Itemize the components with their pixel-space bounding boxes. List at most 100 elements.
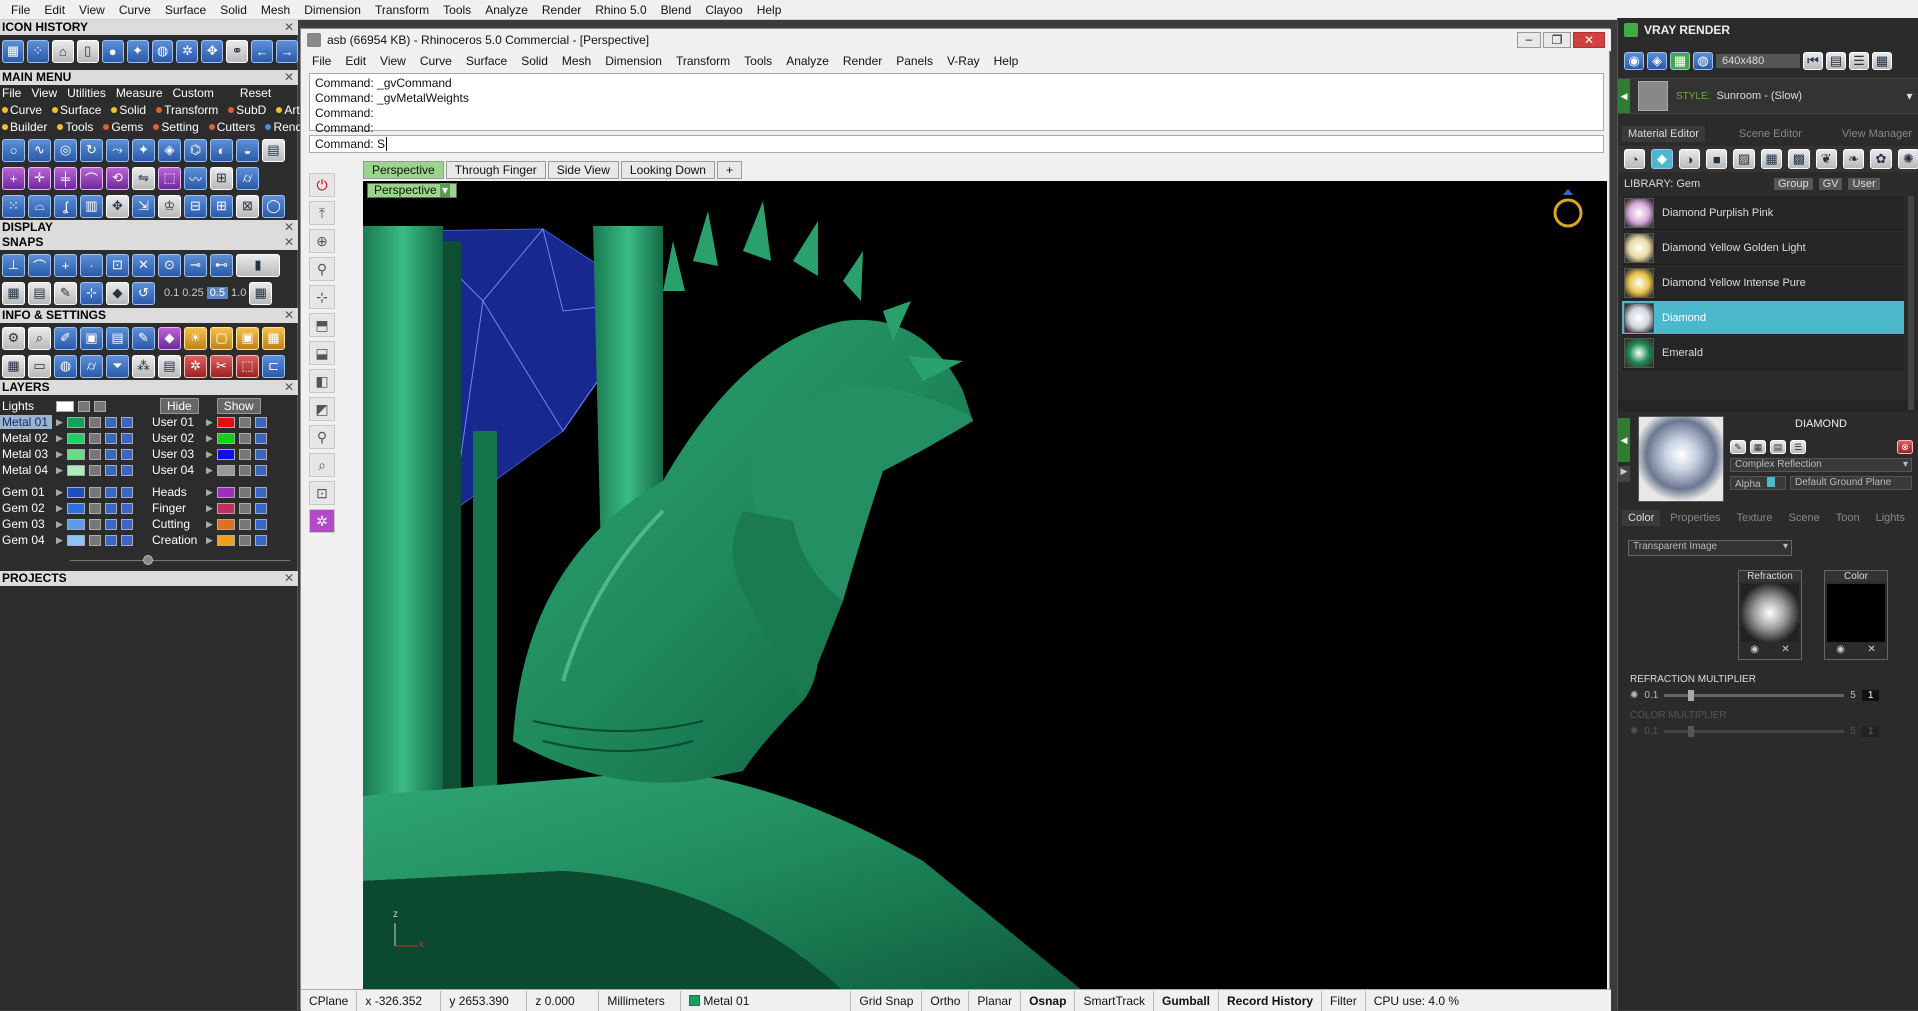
network-icon[interactable]: ✦: [132, 138, 155, 162]
gear-icon[interactable]: ✲: [176, 39, 199, 63]
expand-arrow-icon[interactable]: ▶: [56, 417, 63, 428]
print-icon[interactable]: [120, 518, 133, 530]
zoom-extents-icon[interactable]: ⌕: [309, 453, 335, 477]
print-icon[interactable]: [120, 486, 133, 498]
minimize-button[interactable]: –: [1517, 32, 1541, 48]
bend-icon[interactable]: ⌒: [80, 166, 103, 190]
color-slot[interactable]: Color ◉ ✕: [1824, 570, 1888, 660]
layer-color-swatch[interactable]: [66, 518, 85, 530]
refraction-slot[interactable]: Refraction ◉ ✕: [1738, 570, 1802, 660]
sphere-icon[interactable]: ●: [101, 39, 124, 63]
revolve-icon[interactable]: ◐: [210, 138, 233, 162]
group-select[interactable]: Group: [1774, 178, 1813, 190]
list-icon[interactable]: ☰: [1849, 52, 1869, 70]
material-list-item[interactable]: Diamond: [1622, 301, 1904, 335]
snap-point-icon[interactable]: +: [54, 253, 77, 277]
layer-name[interactable]: User 03: [150, 447, 202, 461]
visibility-icon[interactable]: [104, 432, 117, 444]
status-smarttrack[interactable]: SmartTrack: [1075, 990, 1154, 1011]
lock-icon[interactable]: [88, 448, 101, 460]
style-value[interactable]: Sunroom - (Slow): [1716, 90, 1906, 102]
lock-icon[interactable]: [78, 400, 90, 412]
menu-edit[interactable]: Edit: [37, 0, 72, 20]
split-icon[interactable]: ╪: [54, 166, 77, 190]
expand-arrow-icon[interactable]: ▶: [206, 433, 213, 444]
show-button[interactable]: Show: [216, 398, 261, 414]
slider-handle[interactable]: [1688, 689, 1695, 701]
visibility-icon[interactable]: [94, 400, 106, 412]
layer-row[interactable]: Gem 02 ▶: [0, 500, 133, 516]
cross-icon[interactable]: ✛: [28, 166, 51, 190]
leaf-icon[interactable]: ✿: [1870, 149, 1892, 169]
rhino-menu-mesh[interactable]: Mesh: [555, 51, 598, 71]
slider-handle[interactable]: [1688, 725, 1695, 737]
reflection-select[interactable]: Complex Reflection ▾: [1730, 458, 1912, 472]
layer-color-swatch[interactable]: [216, 534, 235, 546]
rhino-menu-view[interactable]: View: [373, 51, 413, 71]
perspective-viewport[interactable]: Perspective ▾ z x: [363, 181, 1607, 991]
snap-value[interactable]: 0.25: [182, 287, 203, 299]
expand-arrow-icon[interactable]: ▶: [206, 519, 213, 530]
grid-icon[interactable]: ▦: [2, 39, 24, 63]
cut-icon[interactable]: ✂: [210, 354, 233, 378]
visibility-icon[interactable]: [254, 518, 267, 530]
rhino-menu-surface[interactable]: Surface: [459, 51, 514, 71]
expand-arrow-icon[interactable]: ▶: [56, 449, 63, 460]
tab-through-finger[interactable]: Through Finger: [445, 161, 546, 179]
checker-icon[interactable]: ▩: [1788, 149, 1810, 169]
snap-value[interactable]: 0.1: [164, 287, 179, 299]
move-icon[interactable]: ✥: [106, 194, 129, 218]
layer-row[interactable]: Gem 04 ▶: [0, 532, 133, 548]
layer-row[interactable]: Gem 03 ▶: [0, 516, 133, 532]
viewport-label[interactable]: Perspective ▾: [367, 183, 458, 198]
layer-row[interactable]: Metal 04 ▶: [0, 462, 133, 478]
grid-icon[interactable]: ▦: [249, 281, 273, 305]
visibility-icon[interactable]: [254, 416, 267, 428]
bars-icon[interactable]: ▥: [80, 194, 103, 218]
layer-row[interactable]: User 03 ▶: [150, 446, 267, 462]
collapse-arrow-icon[interactable]: ◀: [1618, 418, 1630, 462]
layers-icon[interactable]: ▤: [1770, 440, 1786, 454]
twist-icon[interactable]: ⟲: [106, 166, 129, 190]
rhino-menu-solid[interactable]: Solid: [514, 51, 555, 71]
visibility-icon[interactable]: [104, 486, 117, 498]
status-osnap[interactable]: Osnap: [1021, 990, 1076, 1011]
grid-icon[interactable]: ▦: [1760, 149, 1783, 169]
material-scrollbar[interactable]: [1908, 196, 1914, 410]
menu-solid[interactable]: Solid: [213, 0, 254, 20]
restore-button[interactable]: ❐: [1543, 32, 1571, 48]
layer-name[interactable]: Metal 02: [0, 431, 52, 445]
alpha-toggle[interactable]: Alpha: [1730, 476, 1786, 490]
main-menu-view[interactable]: View: [31, 86, 57, 100]
visibility-icon[interactable]: [254, 486, 267, 498]
print-icon[interactable]: [120, 534, 133, 546]
layers-icon[interactable]: ▤: [28, 281, 51, 305]
lock-icon[interactable]: [88, 534, 101, 546]
ring-icon[interactable]: ◎: [54, 138, 77, 162]
snap-mid-icon[interactable]: ·: [80, 253, 103, 277]
lock-icon[interactable]: [88, 432, 101, 444]
layer-color-swatch[interactable]: [66, 486, 85, 498]
snap-near-icon[interactable]: ⌒: [28, 253, 51, 277]
main-menu-measure[interactable]: Measure: [116, 86, 163, 100]
snap-value[interactable]: 0.5: [206, 287, 229, 299]
visibility-icon[interactable]: [104, 518, 117, 530]
material-list-item[interactable]: Diamond Yellow Intense Pure: [1622, 266, 1904, 300]
layer-color-swatch[interactable]: [216, 432, 235, 444]
status-layer[interactable]: Metal 01: [681, 990, 852, 1011]
command-input[interactable]: Command: S: [309, 135, 1604, 153]
lock-icon[interactable]: [238, 486, 251, 498]
lock-icon[interactable]: [238, 448, 251, 460]
ring-icon[interactable]: ◯: [262, 194, 285, 218]
layer-row[interactable]: Heads ▶: [150, 484, 267, 500]
subtab-lights[interactable]: Lights: [1870, 510, 1911, 526]
light-icon[interactable]: ☀: [184, 326, 207, 350]
close-icon[interactable]: ✕: [284, 220, 294, 235]
layer-name[interactable]: Metal 04: [0, 463, 52, 477]
cylinder-icon[interactable]: ⌭: [80, 354, 103, 378]
status-record-history[interactable]: Record History: [1219, 990, 1323, 1011]
frame-icon[interactable]: ▦: [262, 326, 285, 350]
plus-icon[interactable]: +: [2, 166, 25, 190]
rhino-menu-tools[interactable]: Tools: [737, 51, 779, 71]
rewind-icon[interactable]: ⏮: [1803, 52, 1823, 70]
